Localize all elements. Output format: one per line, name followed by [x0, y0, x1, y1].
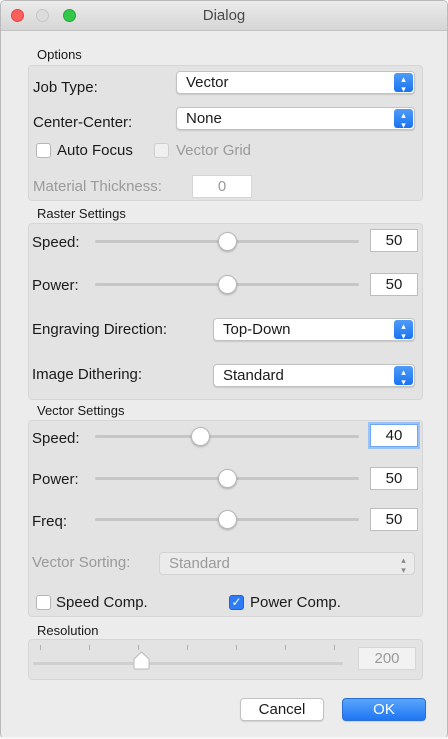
auto-focus-checkbox[interactable] [36, 143, 51, 158]
chevron-updown-icon: ▴ ▾ [394, 73, 413, 94]
slider-tick [138, 645, 139, 650]
options-panel: Job Type: Vector ▴ ▾ Center-Center: None … [28, 65, 423, 201]
slider-tick [89, 645, 90, 650]
vector-sorting-value: Standard [169, 555, 230, 572]
vector-grid-label: Vector Grid [176, 142, 252, 159]
resolution-panel: 200 [28, 639, 423, 680]
engraving-direction-value: Top-Down [223, 321, 291, 338]
slider-tick [40, 645, 41, 650]
raster-power-slider-knob[interactable] [217, 275, 237, 294]
vector-freq-slider-knob[interactable] [217, 510, 237, 529]
raster-power-field[interactable]: 50 [370, 273, 418, 296]
raster-section-label: Raster Settings [37, 206, 126, 221]
vector-speed-slider-knob[interactable] [191, 427, 211, 446]
raster-speed-slider-knob[interactable] [217, 232, 237, 251]
vector-freq-label: Freq: [32, 513, 68, 530]
vector-section-label: Vector Settings [37, 403, 125, 418]
power-comp-label: Power Comp. [250, 594, 341, 611]
slider-tick [187, 645, 188, 650]
chevron-updown-icon: ▴ ▾ [401, 555, 406, 575]
slider-tick [334, 645, 335, 650]
center-center-value: None [186, 110, 222, 127]
vector-power-slider-knob[interactable] [217, 469, 237, 488]
vector-power-label: Power: [32, 471, 79, 488]
raster-speed-label: Speed: [32, 234, 80, 251]
speed-comp-label: Speed Comp. [56, 594, 148, 611]
slider-tick [236, 645, 237, 650]
speed-comp-checkbox[interactable] [36, 595, 51, 610]
ok-button[interactable]: OK [342, 698, 426, 721]
center-center-label: Center-Center: [33, 114, 133, 131]
job-type-label: Job Type: [33, 79, 98, 96]
center-center-select[interactable]: None ▴ ▾ [176, 107, 415, 130]
engraving-direction-select[interactable]: Top-Down ▴ ▾ [213, 318, 415, 341]
engraving-direction-label: Engraving Direction: [32, 321, 168, 338]
image-dithering-select[interactable]: Standard ▴ ▾ [213, 364, 415, 387]
chevron-updown-icon: ▴ ▾ [394, 366, 413, 387]
image-dithering-value: Standard [223, 367, 284, 384]
cancel-button[interactable]: Cancel [240, 698, 324, 721]
auto-focus-label: Auto Focus [57, 142, 133, 159]
image-dithering-label: Image Dithering: [32, 366, 143, 383]
resolution-slider-knob[interactable] [133, 651, 150, 670]
job-type-value: Vector [186, 74, 229, 91]
vector-speed-field[interactable]: 40 [370, 424, 418, 447]
chevron-updown-icon: ▴ ▾ [394, 109, 413, 130]
vector-speed-slider-track[interactable] [95, 435, 359, 438]
power-comp-checkbox[interactable]: ✓ [229, 595, 244, 610]
raster-settings-panel: Speed: 50 Power: 50 Engraving Direction:… [28, 223, 423, 400]
vector-sorting-select: Standard ▴ ▾ [159, 552, 415, 575]
dialog-window: Dialog Options Job Type: Vector ▴ ▾ Cente… [0, 0, 448, 739]
resolution-slider-track[interactable] [33, 662, 343, 665]
job-type-select[interactable]: Vector ▴ ▾ [176, 71, 415, 94]
vector-freq-field[interactable]: 50 [370, 508, 418, 531]
vector-grid-checkbox [154, 143, 169, 158]
raster-power-label: Power: [32, 277, 79, 294]
vector-sorting-label: Vector Sorting: [32, 554, 131, 571]
check-icon: ✓ [231, 595, 242, 609]
vector-power-field[interactable]: 50 [370, 467, 418, 490]
vector-settings-panel: Speed: 40 Power: 50 Freq: 50 Vector Sort… [28, 420, 423, 617]
chevron-updown-icon: ▴ ▾ [394, 320, 413, 341]
slider-tick [285, 645, 286, 650]
window-title: Dialog [202, 7, 246, 24]
title-bar: Dialog [1, 1, 447, 31]
options-section-label: Options [37, 47, 82, 62]
resolution-field: 200 [358, 647, 416, 670]
raster-speed-field[interactable]: 50 [370, 229, 418, 252]
material-thickness-field: 0 [192, 175, 252, 198]
resolution-section-label: Resolution [37, 623, 99, 638]
vector-speed-label: Speed: [32, 430, 80, 447]
material-thickness-label: Material Thickness: [33, 178, 162, 195]
